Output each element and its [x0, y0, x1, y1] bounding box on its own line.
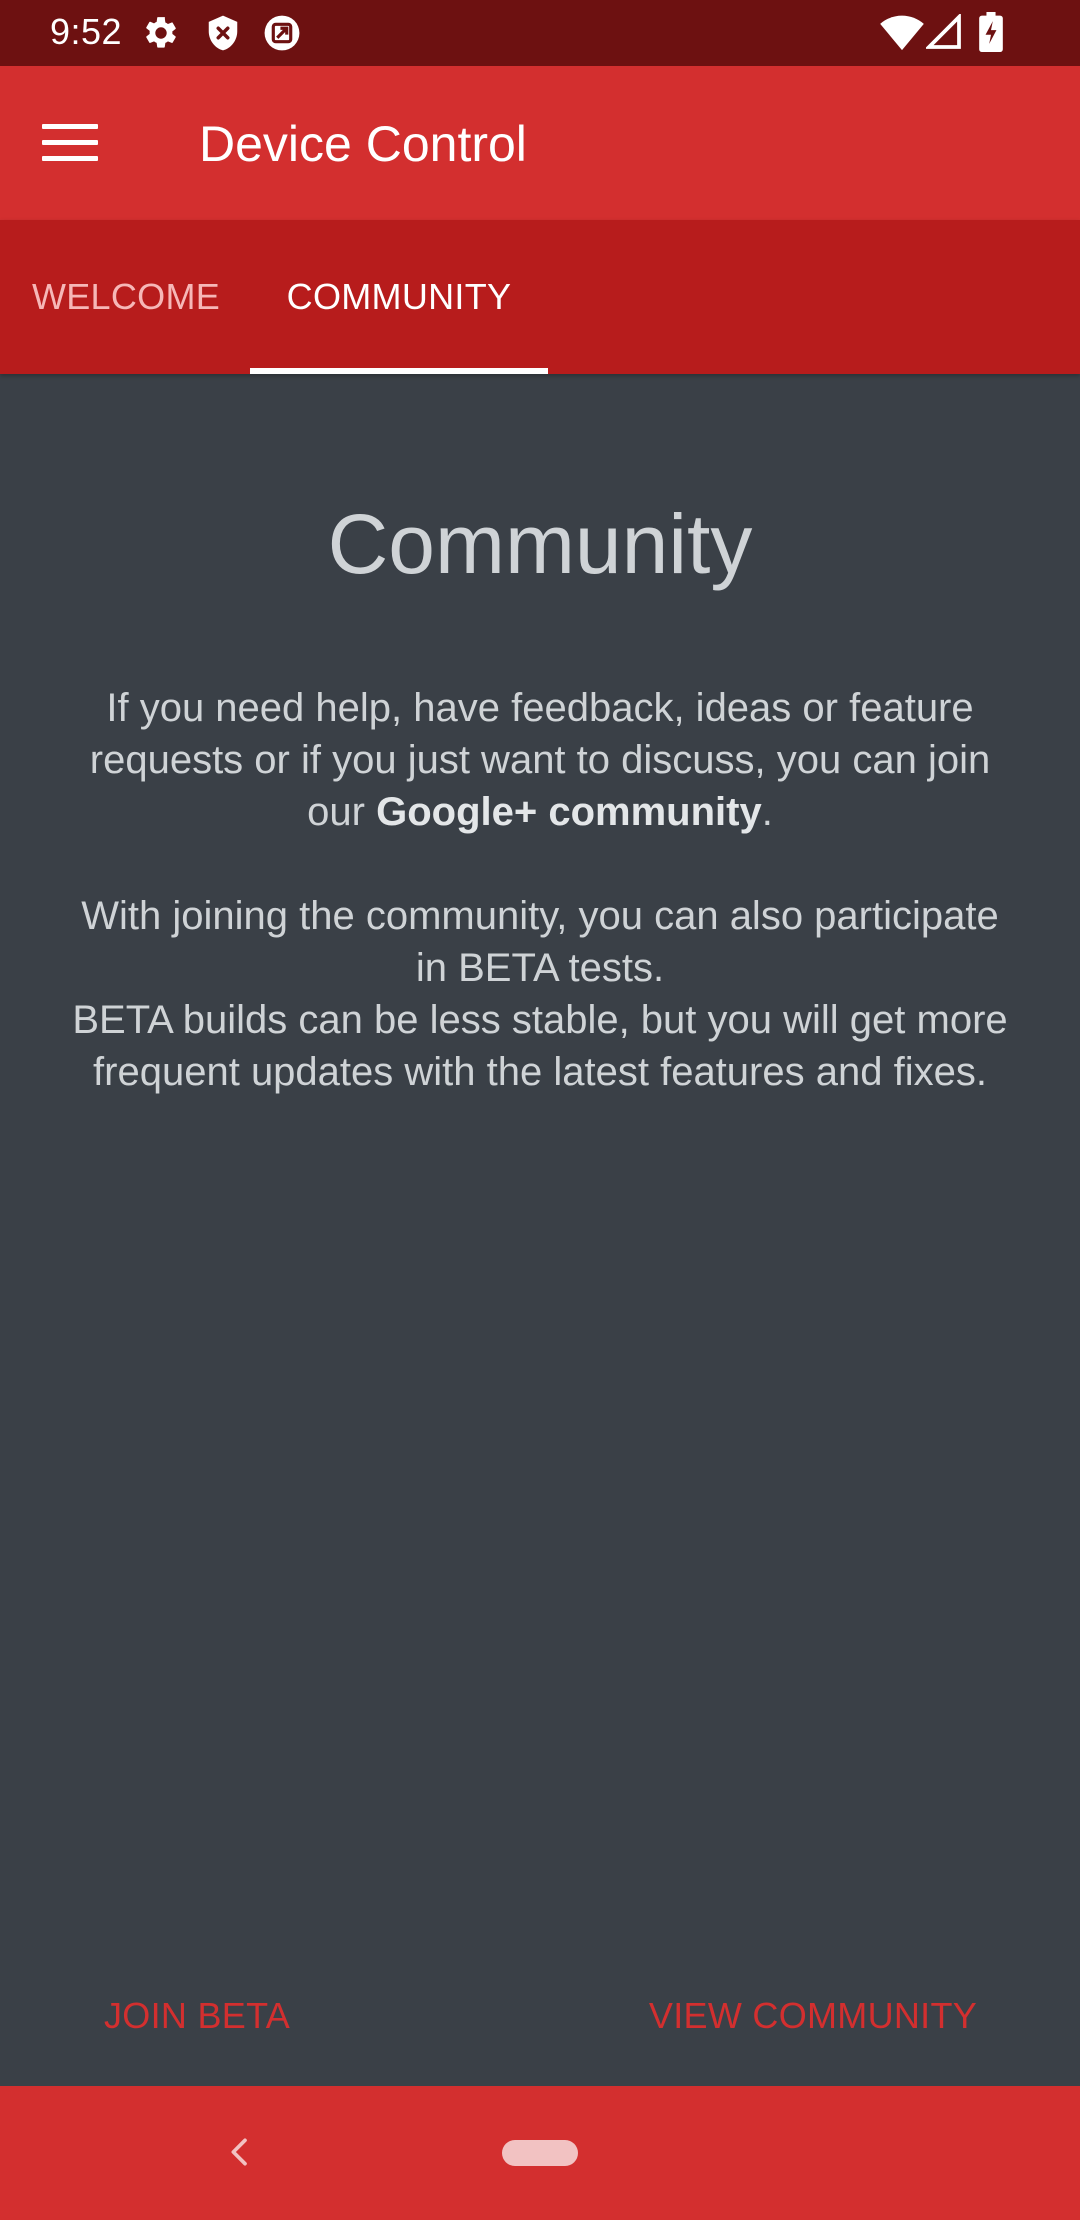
back-button[interactable]	[214, 2126, 266, 2178]
shield-icon	[208, 15, 238, 51]
menu-button[interactable]	[30, 103, 110, 183]
tab-community[interactable]: COMMUNITY	[250, 220, 548, 374]
tab-bar: WELCOME COMMUNITY	[0, 220, 1080, 374]
tab-welcome[interactable]: WELCOME	[0, 220, 252, 374]
beta-stability-paragraph: BETA builds can be less stable, but you …	[72, 998, 1008, 1094]
home-pill-icon[interactable]	[502, 2140, 578, 2166]
status-time: 9:52	[50, 11, 123, 52]
intro-text-end: .	[761, 790, 773, 834]
page-heading: Community	[327, 497, 753, 591]
status-bar: 9:52	[0, 0, 1080, 66]
app-title: Device Control	[199, 116, 527, 172]
beta-paragraph: With joining the community, you can also…	[81, 894, 999, 990]
back-chevron-icon	[231, 2138, 247, 2166]
intro-paragraph: If you need help, have feedback, ideas o…	[70, 682, 1010, 838]
wifi-icon	[880, 15, 924, 51]
system-navigation-bar	[0, 2086, 1080, 2220]
view-community-button[interactable]: VIEW COMMUNITY	[628, 1976, 998, 2056]
gear-icon	[146, 17, 176, 48]
square-icon	[264, 15, 300, 51]
join-beta-button[interactable]: JOIN BETA	[80, 1976, 314, 2056]
hamburger-menu-icon	[42, 124, 98, 162]
community-page: Community If you need help, have feedbac…	[0, 374, 1080, 2086]
google-plus-community-link[interactable]: Google+ community	[376, 790, 762, 834]
app-toolbar: Device Control	[0, 66, 1080, 220]
signal-icon	[926, 14, 961, 49]
battery-icon	[979, 12, 1003, 52]
